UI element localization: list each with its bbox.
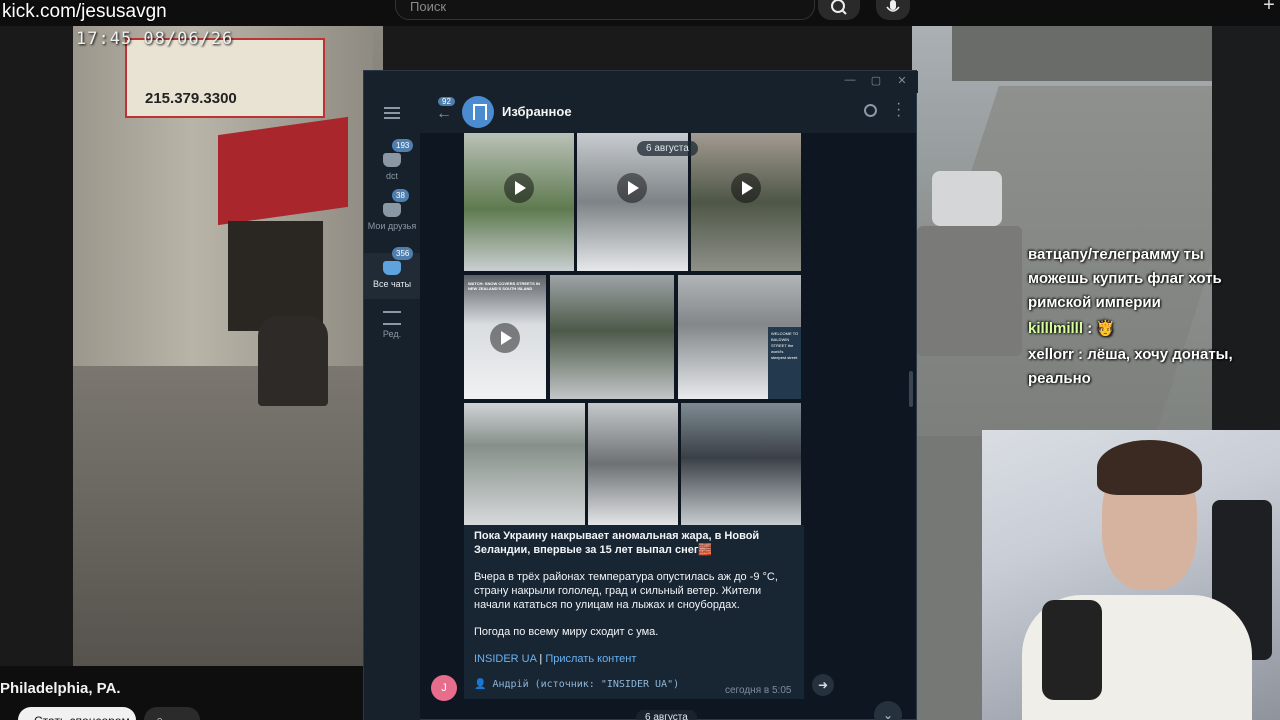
play-icon[interactable] xyxy=(731,173,761,203)
parked-car xyxy=(932,171,1002,226)
microphone xyxy=(1042,600,1102,700)
search-placeholder: Поиск xyxy=(410,0,447,14)
unread-badge: 38 xyxy=(392,189,409,202)
folder-label: Ред. xyxy=(382,329,402,339)
unread-badge: 193 xyxy=(392,139,414,152)
window-titlebar: — ▢ ✕ xyxy=(364,71,918,93)
folder-label: dct xyxy=(385,171,398,181)
search-icon[interactable] xyxy=(818,0,860,20)
youtube-search-input[interactable]: Поиск xyxy=(395,0,815,20)
chat-text: ватцапу/телеграмму ты можешь купить флаг… xyxy=(1028,246,1222,311)
chat-header: ← 92 Избранное · · · xyxy=(420,93,916,133)
folder-all-chats[interactable]: 356 Все чаты xyxy=(364,247,420,299)
date-separator: 6 августа xyxy=(636,710,697,720)
folder-label: Мои друзья xyxy=(367,221,417,231)
message-time: сегодня в 5:05 xyxy=(725,685,792,696)
folder-icon xyxy=(383,203,401,217)
message-paragraph: Погода по всему миру сходит с ума. xyxy=(474,626,659,638)
back-arrow-icon[interactable]: ← xyxy=(436,105,452,123)
photo-tile[interactable] xyxy=(588,403,678,525)
sign-phone: 215.379.3300 xyxy=(145,90,237,107)
people-sitting xyxy=(258,316,328,406)
stream-chat: ватцапу/телеграмму ты можешь купить флаг… xyxy=(1028,243,1268,393)
maximize-icon[interactable]: ▢ xyxy=(868,74,884,88)
sponsor-button[interactable]: Стать спонсором xyxy=(18,707,136,720)
sender-avatar[interactable]: J xyxy=(431,675,457,701)
stream-screen: 215.379.3300 Поиск + kick.com/jesusavgn … xyxy=(0,0,1280,720)
scroll-down-icon[interactable]: ⌄ xyxy=(874,701,902,720)
date-separator: 6 августа xyxy=(637,141,698,156)
folder-label: Все чаты xyxy=(372,279,412,289)
sidewalk xyxy=(73,366,383,666)
search-icon[interactable] xyxy=(864,104,877,117)
link-send-content[interactable]: Прислать контент xyxy=(545,653,636,665)
message-links: INSIDER UA | Прислать контент xyxy=(474,652,794,666)
chats-icon xyxy=(383,261,401,275)
message-paragraph: Вчера в трёх районах температура опустил… xyxy=(474,571,778,611)
like-icon[interactable]: ⌕ ⌄ xyxy=(144,707,200,720)
telegram-window: — ▢ ✕ 193 dct 38 Мои друзья 356 Все чаты xyxy=(363,70,918,720)
video-tile[interactable] xyxy=(464,133,574,271)
folder-edit[interactable]: Ред. xyxy=(364,303,420,349)
parked-jeep xyxy=(917,226,1022,356)
row-houses xyxy=(952,26,1212,81)
photo-tile[interactable] xyxy=(464,403,585,525)
photo-tile[interactable]: WELCOME TO BALDWIN STREET the world's st… xyxy=(678,275,801,399)
link-insider-ua[interactable]: INSIDER UA xyxy=(474,653,536,665)
video-title: Philadelphia, PA. xyxy=(0,680,121,697)
unread-badge: 356 xyxy=(392,247,414,260)
chat-message: ватцапу/телеграмму ты можешь купить флаг… xyxy=(1028,243,1268,315)
play-icon[interactable] xyxy=(490,323,520,353)
folder-icon xyxy=(383,153,401,167)
message-bubble[interactable]: Пока Украину накрывает аномальная жара, … xyxy=(464,525,804,699)
forwarded-author[interactable]: 👤 Андрій (источник: "INSIDER UA") xyxy=(474,679,679,690)
plus-icon[interactable]: + xyxy=(1256,0,1280,20)
photo-tile[interactable] xyxy=(681,403,801,525)
chat-text: 🫅 xyxy=(1096,320,1116,337)
stream-scene-strip xyxy=(912,436,982,720)
window-grate xyxy=(228,221,323,331)
close-icon[interactable]: ✕ xyxy=(894,74,910,88)
menu-icon[interactable] xyxy=(384,107,400,119)
sliders-icon xyxy=(383,311,401,325)
minimize-icon[interactable]: — xyxy=(842,74,858,88)
microphone-icon[interactable] xyxy=(876,0,910,20)
camera-timestamp: 17:45 08/06/26 xyxy=(76,29,234,49)
sign-text: WELCOME TO BALDWIN STREET the world's st… xyxy=(771,331,799,360)
bookmark-icon xyxy=(462,96,494,128)
welcome-sign: WELCOME TO BALDWIN STREET the world's st… xyxy=(768,327,801,399)
photo-tile[interactable] xyxy=(550,275,674,399)
chat-username: xellorr xyxy=(1028,346,1074,363)
play-icon[interactable] xyxy=(504,173,534,203)
message-headline: Пока Украину накрывает аномальная жара, … xyxy=(474,530,760,556)
chat-username: killlmilll xyxy=(1028,320,1084,337)
stream-scene-left: 215.379.3300 xyxy=(73,26,383,666)
stream-url: kick.com/jesusavgn xyxy=(2,1,167,22)
play-icon[interactable] xyxy=(617,173,647,203)
streamer-hair xyxy=(1097,440,1202,495)
video-caption: WATCH: SNOW COVERS STREETS IN NEW ZEALAN… xyxy=(468,281,540,291)
red-awning xyxy=(218,116,348,226)
forward-icon[interactable]: ➜ xyxy=(812,674,834,696)
video-tile[interactable]: WATCH: SNOW COVERS STREETS IN NEW ZEALAN… xyxy=(464,275,546,399)
home-care-sign: 215.379.3300 xyxy=(125,38,325,118)
back-unread-badge: 92 xyxy=(438,97,455,106)
chat-message: killlmilll : 🫅 xyxy=(1028,320,1116,337)
video-tile[interactable] xyxy=(691,133,801,271)
chat-title[interactable]: Избранное xyxy=(502,104,572,119)
link-separator: | xyxy=(539,653,543,665)
scrollbar[interactable] xyxy=(909,371,913,407)
folder-dct[interactable]: 193 dct xyxy=(364,139,420,191)
chat-message: xellorr : лёша, хочу донаты, реально xyxy=(1028,346,1233,387)
streamer-webcam xyxy=(982,430,1280,720)
media-album: 6 августа WATCH: SNOW COVERS STREETS IN … xyxy=(464,133,804,525)
folder-my-friends[interactable]: 38 Мои друзья xyxy=(364,189,420,249)
folder-sidebar: 193 dct 38 Мои друзья 356 Все чаты Ред. xyxy=(364,93,420,720)
more-icon[interactable]: · · · xyxy=(896,96,901,124)
